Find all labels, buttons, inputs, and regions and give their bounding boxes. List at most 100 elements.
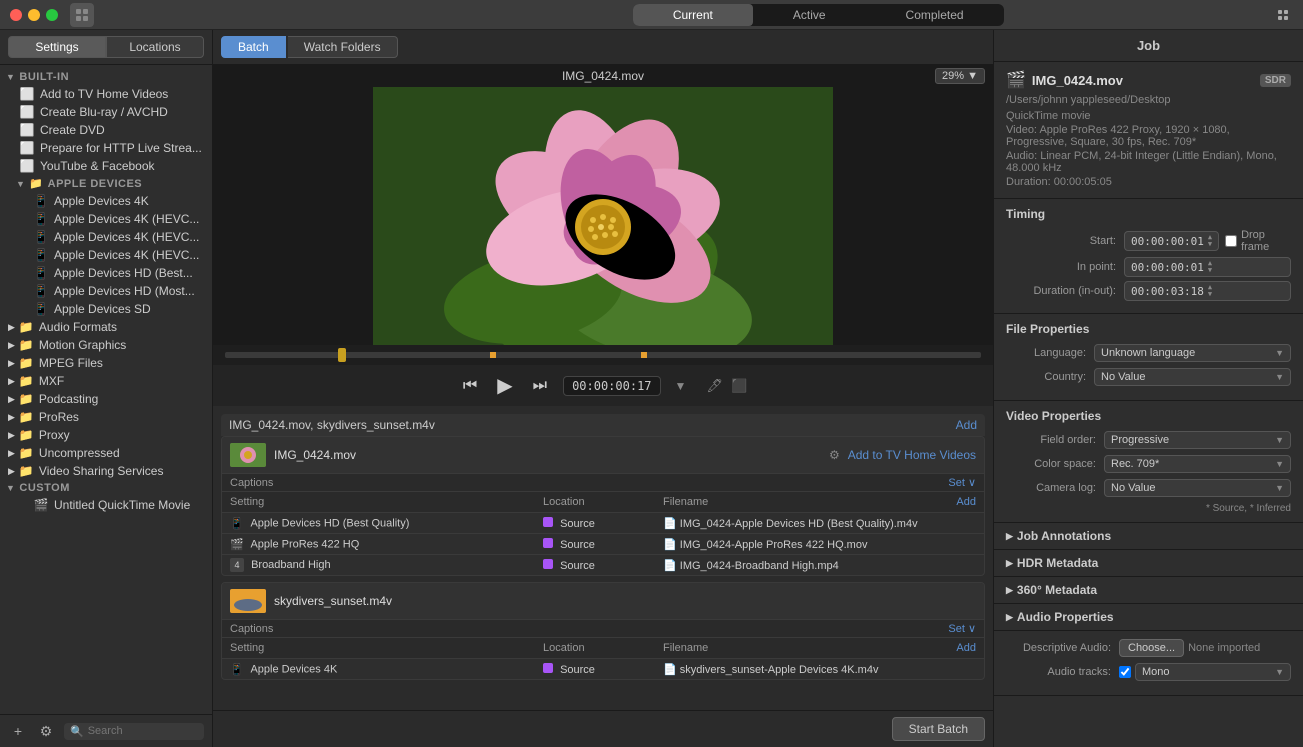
sidebar-item-ad4k-2[interactable]: 📱 Apple Devices 4K (HEVC... [0,210,212,228]
minimize-button[interactable] [28,9,40,21]
start-batch-button[interactable]: Start Batch [892,717,985,741]
sidebar-section-builtin[interactable]: ▼ BUILT-IN [0,69,212,85]
sidebar-item-dvd[interactable]: ⬜ Create DVD [0,121,212,139]
drop-frame-checkbox[interactable] [1225,235,1237,247]
sidebar-section-apple[interactable]: ▼ 📁 Apple Devices [0,175,212,192]
sidebar-tab-settings[interactable]: Settings [8,36,106,58]
down-arrow[interactable]: ▼ [1208,267,1212,274]
col-location: Location [543,496,663,508]
timing-stepper[interactable]: ▲ ▼ [1208,284,1212,298]
sidebar-item-mxf[interactable]: ▶ 📁 MXF [0,372,212,390]
arrow-icon: ▶ [8,358,15,369]
job-annotations-section[interactable]: ▶ Job Annotations [994,523,1303,550]
sidebar-item-adhd-2[interactable]: 📱 Apple Devices HD (Most... [0,282,212,300]
annotation-button[interactable]: 🖊 [706,378,723,394]
tab-active[interactable]: Active [753,4,866,26]
inpoint-timecode[interactable]: 00:00:00:01 ▲ ▼ [1124,257,1291,277]
play-button[interactable]: ▶ [493,371,516,400]
batch-settings-icon-1[interactable]: ⚙ [829,448,840,462]
maximize-button[interactable] [46,9,58,21]
add-button[interactable]: + [8,721,28,741]
search-input[interactable] [88,725,198,737]
360-metadata-section[interactable]: ▶ 360° Metadata [994,577,1303,604]
add-output-button-2[interactable]: Add [956,642,976,654]
sidebar-tab-locations[interactable]: Locations [106,36,204,58]
sidebar-item-proxy[interactable]: ▶ 📁 Proxy [0,426,212,444]
skip-forward-button[interactable]: ⏭ [529,375,551,397]
display-button[interactable]: ⬛ [731,378,747,394]
duration-label: Duration (in-out): [1006,285,1116,297]
batch-item-action-1[interactable]: Add to TV Home Videos [848,448,976,462]
sidebar-item-youtube[interactable]: ⬜ YouTube & Facebook [0,157,212,175]
camera-log-dropdown[interactable]: No Value ▼ [1104,479,1291,497]
timeline-marker-2[interactable] [641,352,647,358]
skip-back-button[interactable]: ⏮ [459,375,481,397]
zoom-control: 29% ▼ [935,68,985,84]
sidebar-item-ad4k-1[interactable]: 📱 Apple Devices 4K [0,192,212,210]
add-output-button-1[interactable]: Add [956,496,976,508]
sidebar-item-adhd-1[interactable]: 📱 Apple Devices HD (Best... [0,264,212,282]
mono-dropdown[interactable]: Mono ▼ [1135,663,1291,681]
audio-properties-section[interactable]: ▶ Audio Properties [994,604,1303,631]
tab-batch[interactable]: Batch [221,36,286,58]
sidebar-item-label: Apple Devices 4K [54,194,149,208]
search-box[interactable]: 🔍 [64,723,204,740]
sidebar-item-add-tv[interactable]: ⬜ Add to TV Home Videos [0,85,212,103]
set-button-1[interactable]: Set ∨ [948,476,976,489]
settings-button[interactable]: ⚙ [36,721,56,741]
sidebar-item-uncompressed[interactable]: ▶ 📁 Uncompressed [0,444,212,462]
sidebar-item-label: MXF [39,374,64,388]
sidebar-item-http[interactable]: ⬜ Prepare for HTTP Live Strea... [0,139,212,157]
sdr-badge: SDR [1260,74,1291,87]
language-dropdown[interactable]: Unknown language ▼ [1094,344,1291,362]
sidebar-item-ad4k-3[interactable]: 📱 Apple Devices 4K (HEVC... [0,228,212,246]
down-arrow[interactable]: ▼ [1208,291,1212,298]
none-imported-label: None imported [1188,642,1260,654]
timing-stepper[interactable]: ▲ ▼ [1208,260,1212,274]
tab-current[interactable]: Current [633,4,753,26]
sidebar-item-ad4k-4[interactable]: 📱 Apple Devices 4K (HEVC... [0,246,212,264]
batch-item-title-1: IMG_0424.mov [274,448,821,462]
sidebar-item-video-sharing[interactable]: ▶ 📁 Video Sharing Services [0,462,212,480]
field-order-dropdown[interactable]: Progressive ▼ [1104,431,1291,449]
sidebar-item-motion-graphics[interactable]: ▶ 📁 Motion Graphics [0,336,212,354]
camera-log-value: No Value ▼ [1104,479,1291,497]
color-space-value: Rec. 709* ▼ [1104,455,1291,473]
titlebar-right [1273,5,1293,25]
share-icon[interactable] [1273,5,1293,25]
batch-add-button[interactable]: Add [956,418,977,432]
timecode-arrow[interactable]: ▼ [675,379,687,393]
timeline-playhead[interactable] [338,348,346,362]
sidebar-item-adsd[interactable]: 📱 Apple Devices SD [0,300,212,318]
timeline-marker-1[interactable] [490,352,496,358]
sidebar-item-prores[interactable]: ▶ 📁 ProRes [0,408,212,426]
country-dropdown[interactable]: No Value ▼ [1094,368,1291,386]
start-timecode[interactable]: 00:00:00:01 ▲ ▼ [1124,231,1219,251]
sidebar-item-audio-formats[interactable]: ▶ 📁 Audio Formats [0,318,212,336]
close-button[interactable] [10,9,22,21]
duration-inout-value: 00:00:03:18 ▲ ▼ [1124,281,1291,301]
tab-watch-folders[interactable]: Watch Folders [288,36,398,58]
choose-button[interactable]: Choose... [1119,639,1184,657]
down-arrow[interactable]: ▼ [1208,241,1212,248]
dropdown-arrow: ▼ [1275,459,1284,469]
location-dot [543,538,553,548]
timing-stepper[interactable]: ▲ ▼ [1208,234,1212,248]
timeline[interactable] [213,345,993,365]
duration-timecode[interactable]: 00:00:03:18 ▲ ▼ [1124,281,1291,301]
hdr-metadata-section[interactable]: ▶ HDR Metadata [994,550,1303,577]
arrow-icon: ▶ [8,466,15,477]
sidebar-section-custom[interactable]: ▼ CUSTOM [0,480,212,496]
sidebar-item-podcasting[interactable]: ▶ 📁 Podcasting [0,390,212,408]
zoom-dropdown[interactable]: 29% ▼ [935,68,985,84]
table-row: 📱 Apple Devices HD (Best Quality) Source… [222,512,984,533]
color-space-dropdown[interactable]: Rec. 709* ▼ [1104,455,1291,473]
folder-icon: 📁 [19,356,33,370]
sidebar-item-mpeg[interactable]: ▶ 📁 MPEG Files [0,354,212,372]
tab-completed[interactable]: Completed [866,4,1004,26]
sidebar-item-custom-qt[interactable]: 🎬 Untitled QuickTime Movie [0,496,212,514]
set-button-2[interactable]: Set ∨ [948,622,976,635]
audio-tracks-checkbox[interactable] [1119,666,1131,678]
sidebar-item-bluray[interactable]: ⬜ Create Blu-ray / AVCHD [0,103,212,121]
language-row: Language: Unknown language ▼ [1006,344,1291,362]
